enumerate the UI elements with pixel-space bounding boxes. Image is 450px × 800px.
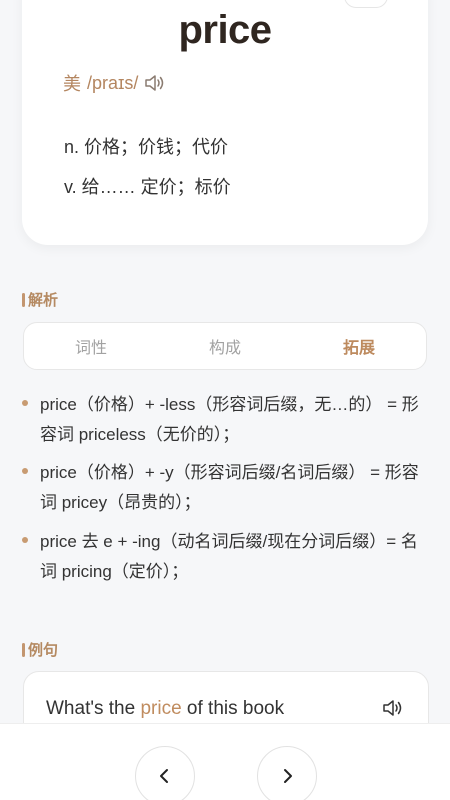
example-text-after: of this book [181,698,285,719]
list-item: price（价格）+ -less（形容词后缀，无…的） = 形容词 pricel… [22,390,430,450]
example-sentence: What's the price of this book [46,698,284,720]
chevron-right-icon [284,769,292,783]
speaker-icon[interactable] [144,73,166,93]
definition-verb: v. 给…… 定价；标价 [64,177,231,197]
list-item: price（价格）+ -y（形容词后缀/名词后缀） = 形容词 pricey（昂… [22,458,430,518]
phonetic-region: 美 [63,74,81,94]
example-highlight: price [140,698,182,719]
previous-button[interactable] [135,746,195,800]
analysis-tabs: 词性 构成 拓展 [23,322,427,370]
section-marker [22,292,25,307]
list-item-text: price（价格）+ -y（形容词后缀/名词后缀） = 形容词 pricey（昂… [40,463,419,512]
bottom-nav-bar [0,723,450,800]
next-button[interactable] [257,746,317,800]
chevron-left-icon [160,769,168,783]
list-item-text: price 去 e + -ing（动名词后缀/现在分词后缀）= 名词 prici… [40,532,418,581]
analysis-section-title: 解析 [22,289,58,310]
bullet-dot [22,468,28,474]
analysis-title-text: 解析 [28,292,59,309]
definition-noun: n. 价格；价钱；代价 [64,137,229,157]
bullet-dot [22,400,28,406]
phonetic-row: 美/praɪs/ [63,70,166,96]
bullet-dot [22,537,28,543]
examples-section-title: 例句 [22,639,58,660]
example-text-before: What's the [46,698,141,719]
list-item-text: price（价格）+ -less（形容词后缀，无…的） = 形容词 pricel… [40,395,419,444]
examples-title-text: 例句 [28,642,59,659]
phonetic-text: /praɪs/ [87,72,139,93]
section-marker [22,642,25,657]
tab-part-of-speech[interactable]: 词性 [24,334,158,358]
headword: price [178,8,272,52]
tab-extension[interactable]: 拓展 [292,334,426,358]
list-item: price 去 e + -ing（动名词后缀/现在分词后缀）= 名词 prici… [22,527,430,587]
speaker-icon[interactable] [382,698,404,723]
tab-composition[interactable]: 构成 [158,334,292,358]
